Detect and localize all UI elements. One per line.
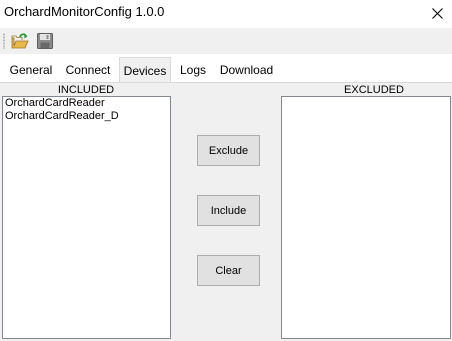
open-button[interactable]: [9, 30, 31, 52]
tab-connect[interactable]: Connect: [60, 60, 116, 81]
save-button[interactable]: [34, 30, 56, 52]
tab-general[interactable]: General: [5, 60, 57, 81]
open-folder-icon: [11, 33, 29, 49]
close-icon: [431, 7, 443, 19]
toolbar: [0, 28, 452, 54]
devices-panel: INCLUDED OrchardCardReader OrchardCardRe…: [0, 82, 452, 341]
tab-download[interactable]: Download: [215, 60, 278, 81]
list-item[interactable]: OrchardCardReader_D: [3, 110, 170, 123]
clear-button[interactable]: Clear: [197, 255, 260, 286]
tab-logs[interactable]: Logs: [174, 60, 212, 81]
list-item[interactable]: OrchardCardReader: [3, 97, 170, 110]
tab-devices[interactable]: Devices: [119, 57, 171, 82]
toolbar-grip[interactable]: [3, 33, 5, 49]
include-button[interactable]: Include: [197, 195, 260, 226]
close-button[interactable]: [422, 0, 452, 26]
included-list[interactable]: OrchardCardReader OrchardCardReader_D: [2, 96, 171, 339]
exclude-button[interactable]: Exclude: [197, 135, 260, 166]
included-label: INCLUDED: [57, 84, 115, 96]
excluded-label: EXCLUDED: [344, 84, 404, 96]
window-title: OrchardMonitorConfig 1.0.0: [4, 4, 165, 19]
title-bar: OrchardMonitorConfig 1.0.0: [0, 0, 452, 28]
excluded-list[interactable]: [281, 96, 451, 339]
save-disk-icon: [37, 33, 53, 49]
tab-strip: General Connect Devices Logs Download: [0, 54, 452, 82]
